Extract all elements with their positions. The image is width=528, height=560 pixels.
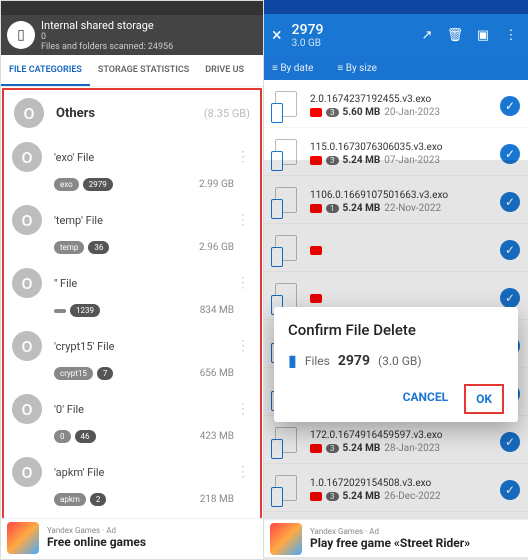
- file-row[interactable]: 2.0.1674237192455.v3.exo 3 5.60 MB 20-Ja…: [264, 80, 528, 128]
- file-row[interactable]: O '0' File ⋮ 0 46 423 MB: [4, 388, 260, 451]
- file-chip: 2979: [83, 178, 113, 191]
- selection-size: 3.0 GB: [292, 38, 408, 49]
- file-size: 834 MB: [200, 305, 234, 316]
- file-size: 656 MB: [200, 368, 234, 379]
- tab-drive-usage[interactable]: DRIVE US: [197, 55, 252, 86]
- file-chip: 36: [88, 241, 109, 254]
- ad-banner[interactable]: Yandex Games · Ad Play free game «Street…: [264, 519, 528, 557]
- file-size: 2.99 GB: [199, 179, 234, 190]
- file-letter-icon: O: [12, 142, 42, 172]
- close-icon[interactable]: ×: [272, 25, 282, 46]
- file-row[interactable]: O 'exo' File ⋮ exo 2979 2.99 GB: [4, 136, 260, 199]
- tabs: FILE CATEGORIES STORAGE STATISTICS DRIVE…: [1, 55, 263, 87]
- share-icon[interactable]: ↗: [418, 28, 436, 43]
- more-icon[interactable]: ⋮: [234, 338, 252, 354]
- file-badge: 3: [326, 108, 339, 117]
- more-icon[interactable]: ⋮: [234, 149, 252, 165]
- file-name: 'apkm' File: [54, 466, 234, 479]
- left-screen: ▯ Internal shared storage 0 Files and fo…: [0, 0, 264, 560]
- youtube-icon: [310, 108, 322, 117]
- dialog-files-label: Files: [305, 354, 330, 368]
- file-letter-icon: O: [12, 205, 42, 235]
- file-chip: 1239: [70, 304, 100, 317]
- file-letter-icon: O: [12, 394, 42, 424]
- more-icon[interactable]: ⋮: [234, 464, 252, 480]
- file-type-icon: [272, 91, 302, 121]
- more-icon[interactable]: ⋮: [234, 212, 252, 228]
- file-chip: 7: [97, 367, 114, 380]
- tab-storage-statistics[interactable]: STORAGE STATISTICS: [90, 55, 197, 86]
- dialog-file-size: (3.0 GB): [378, 354, 422, 368]
- category-header[interactable]: O Others (8.35 GB): [4, 90, 260, 136]
- dialog-title: Confirm File Delete: [288, 321, 504, 339]
- file-letter-icon: O: [12, 268, 42, 298]
- category-letter-icon: O: [14, 98, 44, 128]
- file-name: 115.0.1673076306035.v3.exo: [310, 142, 494, 153]
- ad-text: Free online games: [47, 535, 146, 549]
- ad-thumb-icon: [7, 522, 39, 554]
- ad-source: Yandex Games · Ad: [47, 526, 146, 535]
- file-letter-icon: O: [12, 457, 42, 487]
- confirm-delete-dialog: Confirm File Delete ▮ Files 2979 (3.0 GB…: [274, 307, 518, 422]
- selection-header: × 2979 3.0 GB ↗ 🗑 ▣ ⋮: [264, 14, 528, 56]
- file-chip: apkm: [54, 493, 86, 506]
- file-name: 'temp' File: [54, 214, 234, 227]
- file-chip: 0: [54, 430, 71, 443]
- selection-count: 2979: [292, 22, 408, 38]
- storage-count: 0: [41, 32, 173, 42]
- category-name: Others: [56, 106, 204, 121]
- ad-source: Yandex Games · Ad: [310, 527, 470, 536]
- file-size: 5.60 MB: [343, 107, 381, 118]
- file-chip: 46: [75, 430, 96, 443]
- status-bar: [1, 1, 263, 15]
- ad-text: Play free game «Street Rider»: [310, 536, 470, 550]
- file-chip: exo: [54, 178, 79, 191]
- phone-icon: ▯: [7, 21, 35, 49]
- file-list-highlighted: O Others (8.35 GB) O 'exo' File ⋮ exo 297…: [2, 88, 262, 520]
- file-name: '' File: [54, 277, 234, 290]
- file-date: 20-Jan-2023: [384, 107, 440, 118]
- delete-icon[interactable]: 🗑: [446, 28, 464, 43]
- file-name: 2.0.1674237192455.v3.exo: [310, 94, 494, 105]
- dialog-file-count: 2979: [338, 353, 370, 369]
- more-icon[interactable]: ⋮: [502, 28, 520, 43]
- file-size: 218 MB: [200, 494, 234, 505]
- file-chip: 2: [90, 493, 107, 506]
- file-row[interactable]: O 'crypt15' File ⋮ crypt15 7 656 MB: [4, 325, 260, 388]
- more-icon[interactable]: ⋮: [234, 401, 252, 417]
- status-bar: [264, 0, 528, 14]
- file-chip: crypt15: [54, 367, 93, 380]
- file-row[interactable]: O '' File ⋮ 1239 834 MB: [4, 262, 260, 325]
- category-size: (8.35 GB): [204, 107, 250, 120]
- more-icon[interactable]: ⋮: [234, 275, 252, 291]
- ad-banner[interactable]: Yandex Games · Ad Free online games: [1, 518, 263, 556]
- file-name: 'crypt15' File: [54, 340, 234, 353]
- storage-title: Internal shared storage: [41, 19, 173, 32]
- file-icon: ▮: [288, 351, 297, 370]
- checked-icon[interactable]: ✓: [500, 96, 520, 116]
- file-list: 2.0.1674237192455.v3.exo 3 5.60 MB 20-Ja…: [264, 80, 528, 560]
- file-size: 423 MB: [200, 431, 234, 442]
- file-letter-icon: O: [12, 331, 42, 361]
- file-chip: [54, 309, 66, 313]
- tab-file-categories[interactable]: FILE CATEGORIES: [1, 55, 90, 86]
- sort-by-size[interactable]: ≡ By size: [337, 63, 377, 74]
- file-row[interactable]: O 'apkm' File ⋮ apkm 2 218 MB: [4, 451, 260, 514]
- right-screen: × 2979 3.0 GB ↗ 🗑 ▣ ⋮ ≡ By date ≡ By siz…: [264, 0, 528, 560]
- storage-scanned: Files and folders scanned: 24956: [41, 42, 173, 52]
- sort-by-date[interactable]: ≡ By date: [272, 63, 313, 74]
- storage-header: ▯ Internal shared storage 0 Files and fo…: [1, 15, 263, 55]
- file-size: 2.96 GB: [199, 242, 234, 253]
- file-chip: temp: [54, 241, 84, 254]
- file-name: 'exo' File: [54, 151, 234, 164]
- file-name: '0' File: [54, 403, 234, 416]
- select-all-icon[interactable]: ▣: [474, 28, 492, 43]
- ok-button[interactable]: OK: [464, 384, 504, 414]
- cancel-button[interactable]: CANCEL: [393, 384, 458, 414]
- sort-bar: ≡ By date ≡ By size: [264, 56, 528, 80]
- ad-thumb-icon: [270, 523, 302, 555]
- file-row[interactable]: O 'temp' File ⋮ temp 36 2.96 GB: [4, 199, 260, 262]
